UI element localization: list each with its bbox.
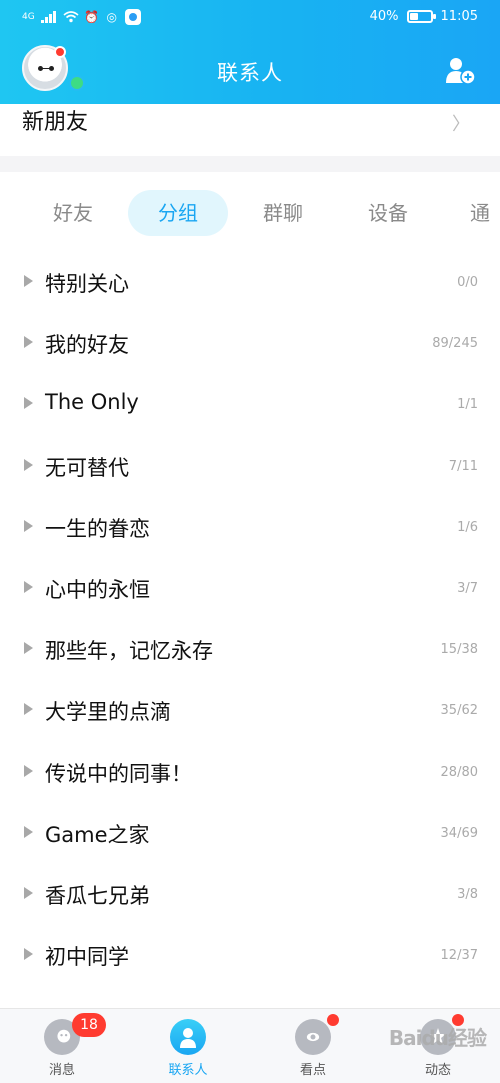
chevron-right-icon: 〉 — [452, 114, 470, 135]
expand-arrow-icon — [24, 580, 33, 593]
group-row[interactable]: 无可替代 7/11 — [0, 435, 500, 496]
group-name: 初中同学 — [45, 945, 129, 970]
nav-watch[interactable]: 看点 — [263, 1009, 363, 1083]
status-bar: 4G ⏰ ◎ 40% 11:05 — [0, 0, 500, 36]
group-name: 特别关心 — [45, 272, 129, 296]
signal-icon — [40, 11, 56, 23]
group-list: 特别关心 0/0 我的好友 89/245 The Only 1/1 无可替代 7/11 … — [0, 251, 500, 985]
group-count: 0/0 — [457, 275, 478, 290]
group-row[interactable]: 一生的眷恋 1/6 — [0, 496, 500, 557]
tab-group-chats[interactable]: 群聊 — [238, 190, 328, 236]
expand-arrow-icon — [24, 458, 33, 471]
nav-label: 消息 — [48, 1063, 75, 1078]
expand-arrow-icon — [24, 825, 33, 838]
group-count: 1/6 — [457, 519, 478, 535]
expand-arrow-icon — [24, 642, 33, 655]
group-row[interactable]: 大学里的点滴 35/62 — [0, 679, 500, 740]
group-name: 传说中的同事！ — [45, 761, 192, 786]
group-row[interactable]: 初中同学 12/37 — [0, 924, 500, 985]
contact-tabs: 好友 分组 群聊 设备 通讯 — [0, 184, 500, 242]
group-row[interactable]: 那些年，记忆永存 15/38 — [0, 618, 500, 679]
group-row[interactable]: 特别关心 0/0 — [0, 251, 500, 312]
network-label: 4G — [22, 11, 35, 22]
nav-label: 联系人 — [168, 1063, 208, 1078]
contacts-icon — [170, 1019, 206, 1055]
group-name: 无可替代 — [45, 455, 129, 480]
group-row[interactable]: The Only 1/1 — [0, 373, 500, 434]
watermark-logo: Baidu经验 — [388, 1026, 487, 1050]
new-friends-row[interactable]: 新朋友 〉 — [0, 104, 500, 148]
nav-label: 看点 — [299, 1063, 326, 1078]
group-name: 那些年，记忆永存 — [45, 639, 213, 664]
expand-arrow-icon — [24, 948, 33, 961]
section-divider — [0, 156, 500, 172]
group-row[interactable]: 传说中的同事！ 28/80 — [0, 741, 500, 802]
group-count: 12/37 — [440, 948, 478, 964]
add-contact-icon[interactable] — [444, 55, 476, 85]
nfc-icon: ◎ — [106, 10, 117, 24]
group-count: 34/69 — [440, 825, 478, 841]
unread-badge: 18 — [72, 1013, 106, 1037]
battery-percent: 40% — [369, 9, 399, 24]
clock: 11:05 — [440, 9, 478, 24]
group-name: 大学里的点滴 — [45, 700, 171, 725]
expand-arrow-icon — [24, 519, 33, 532]
page-title: 联系人 — [217, 61, 283, 85]
group-name: Game之家 — [45, 822, 150, 847]
alarm-icon: ⏰ — [84, 10, 100, 24]
nav-contacts[interactable]: 联系人 — [138, 1009, 238, 1083]
expand-arrow-icon — [24, 703, 33, 716]
group-count: 28/80 — [440, 764, 478, 780]
new-friends-label: 新朋友 — [22, 110, 89, 135]
group-name: The Only — [45, 390, 139, 415]
expand-arrow-icon — [24, 886, 33, 899]
nav-messages[interactable]: 消息 18 — [12, 1009, 112, 1083]
group-count: 89/245 — [432, 336, 478, 352]
battery-icon — [406, 10, 436, 23]
group-count: 35/62 — [440, 703, 478, 719]
expand-arrow-icon — [24, 336, 33, 349]
group-count: 15/38 — [440, 642, 478, 658]
tab-friends[interactable]: 好友 — [28, 190, 118, 236]
eye-icon — [295, 1019, 331, 1055]
nav-label: 动态 — [424, 1063, 451, 1078]
tab-groups[interactable]: 分组 — [128, 190, 228, 236]
app-notification-icon — [124, 9, 141, 25]
tab-devices[interactable]: 设备 — [343, 190, 433, 236]
group-name: 心中的永恒 — [45, 577, 150, 602]
expand-arrow-icon — [24, 275, 33, 287]
group-row[interactable]: 我的好友 89/245 — [0, 312, 500, 373]
group-row[interactable]: Game之家 34/69 — [0, 802, 500, 863]
group-name: 香瓜七兄弟 — [45, 883, 150, 908]
notification-dot — [327, 1014, 339, 1026]
group-row[interactable]: 香瓜七兄弟 3/8 — [0, 863, 500, 924]
group-name: 一生的眷恋 — [45, 516, 150, 541]
group-count: 1/1 — [457, 397, 478, 413]
tab-address-book[interactable]: 通讯 — [448, 190, 500, 236]
group-row[interactable]: 心中的永恒 3/7 — [0, 557, 500, 618]
group-count: 3/7 — [457, 580, 478, 596]
group-count: 7/11 — [448, 458, 478, 474]
battery-fill — [409, 13, 418, 20]
expand-arrow-icon — [24, 397, 33, 410]
group-name: 我的好友 — [45, 333, 129, 358]
wifi-icon — [63, 11, 79, 23]
expand-arrow-icon — [24, 764, 33, 777]
group-count: 3/8 — [457, 886, 478, 902]
top-bar: 4G ⏰ ◎ 40% 11:05 联系人 — [0, 0, 500, 104]
